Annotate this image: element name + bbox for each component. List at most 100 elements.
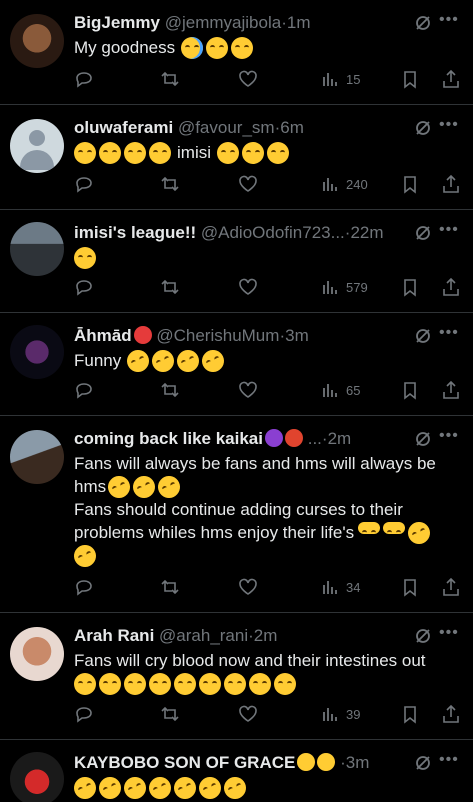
- username[interactable]: @AdioOdofin723...: [201, 223, 345, 242]
- more-icon[interactable]: •••: [439, 625, 461, 646]
- share-button[interactable]: [441, 703, 461, 725]
- timestamp[interactable]: 3m: [285, 326, 309, 345]
- username[interactable]: @favour_sm: [178, 118, 275, 137]
- more-icon[interactable]: •••: [439, 752, 461, 773]
- share-button[interactable]: [441, 576, 461, 598]
- tweet[interactable]: oluwaferami @favour_sm·6m ••• imisi 240: [0, 105, 473, 210]
- more-icon[interactable]: •••: [439, 117, 461, 138]
- username[interactable]: @CherishuMum: [156, 326, 279, 345]
- timestamp[interactable]: 2m: [254, 626, 278, 645]
- share-button[interactable]: [441, 276, 461, 298]
- timestamp[interactable]: 3m: [346, 753, 370, 772]
- like-button[interactable]: [238, 379, 258, 401]
- username[interactable]: ...: [308, 429, 322, 448]
- tweet[interactable]: Āhmād @CherishuMum·3m ••• Funny 65: [0, 313, 473, 416]
- views-button[interactable]: 15: [320, 68, 360, 90]
- bookmark-button[interactable]: [400, 68, 420, 90]
- tweet-actions: 39: [74, 703, 461, 725]
- clapping-emoji: [297, 753, 316, 771]
- views-button[interactable]: 34: [320, 576, 360, 598]
- reply-button[interactable]: [74, 68, 94, 90]
- bookmark-button[interactable]: [400, 576, 420, 598]
- like-button[interactable]: [238, 276, 258, 298]
- bookmark-button[interactable]: [400, 379, 420, 401]
- display-name[interactable]: imisi's league!!: [74, 223, 196, 242]
- views-button[interactable]: 579: [320, 276, 368, 298]
- display-name[interactable]: coming back like kaikai: [74, 429, 263, 448]
- reply-button[interactable]: [74, 703, 94, 725]
- avatar[interactable]: [10, 627, 64, 681]
- avatar[interactable]: [10, 14, 64, 68]
- bookmark-button[interactable]: [400, 703, 420, 725]
- reply-button[interactable]: [74, 173, 94, 195]
- display-name[interactable]: Arah Rani: [74, 626, 154, 645]
- timestamp[interactable]: 2m: [328, 429, 352, 448]
- reply-button[interactable]: [74, 276, 94, 298]
- share-button[interactable]: [441, 68, 461, 90]
- share-button[interactable]: [441, 173, 461, 195]
- avatar[interactable]: [10, 325, 64, 379]
- laughing-emoji: [231, 37, 254, 59]
- more-icon[interactable]: •••: [439, 12, 461, 33]
- grok-icon[interactable]: [413, 13, 433, 33]
- like-button[interactable]: [238, 68, 258, 90]
- timestamp[interactable]: 6m: [280, 118, 304, 137]
- laughing-emoji: [174, 673, 196, 695]
- username[interactable]: @jemmyajibola: [165, 13, 281, 32]
- retweet-button[interactable]: [160, 68, 180, 90]
- heart-icon: [239, 70, 257, 87]
- display-name[interactable]: BigJemmy: [74, 13, 160, 32]
- views-button[interactable]: 240: [320, 173, 368, 195]
- display-name[interactable]: oluwaferami: [74, 118, 173, 137]
- more-icon[interactable]: •••: [439, 428, 461, 449]
- bookmark-button[interactable]: [400, 173, 420, 195]
- reply-button[interactable]: [74, 379, 94, 401]
- avatar[interactable]: [10, 119, 64, 173]
- laughing-emoji: [149, 142, 171, 164]
- tweet-header: oluwaferami @favour_sm·6m: [74, 117, 419, 139]
- tweet-actions: 579: [74, 276, 461, 298]
- grok-icon[interactable]: [413, 223, 433, 243]
- like-button[interactable]: [238, 703, 258, 725]
- avatar[interactable]: [10, 752, 64, 802]
- share-icon: [443, 577, 459, 596]
- retweet-button[interactable]: [160, 703, 180, 725]
- views-button[interactable]: 39: [320, 703, 360, 725]
- avatar[interactable]: [10, 430, 64, 484]
- tweet[interactable]: coming back like kaikai ...·2m ••• Fans …: [0, 416, 473, 613]
- retweet-button[interactable]: [160, 173, 180, 195]
- username[interactable]: @arah_rani: [159, 626, 248, 645]
- tweet-header: Āhmād @CherishuMum·3m: [74, 325, 419, 347]
- grok-icon[interactable]: [413, 753, 433, 773]
- tweet[interactable]: Arah Rani @arah_rani·2m ••• Fans will cr…: [0, 613, 473, 740]
- grok-icon[interactable]: [413, 118, 433, 138]
- more-icon[interactable]: •••: [439, 325, 461, 346]
- like-button[interactable]: [238, 576, 258, 598]
- retweet-button[interactable]: [160, 379, 180, 401]
- tweet[interactable]: imisi's league!! @AdioOdofin723...·22m •…: [0, 210, 473, 313]
- tweet-header: KAYBOBO SON OF GRACE ·3m: [74, 752, 419, 774]
- rofl-emoji: [404, 518, 434, 548]
- display-name[interactable]: Āhmād: [74, 326, 132, 345]
- display-name[interactable]: KAYBOBO SON OF GRACE: [74, 753, 295, 772]
- devil-emoji: [264, 429, 283, 447]
- avatar[interactable]: [10, 222, 64, 276]
- tweet[interactable]: KAYBOBO SON OF GRACE ·3m •••: [0, 740, 473, 802]
- emoji-group: [217, 142, 289, 164]
- bookmark-button[interactable]: [400, 276, 420, 298]
- more-icon[interactable]: •••: [439, 222, 461, 243]
- retweet-button[interactable]: [160, 576, 180, 598]
- grok-icon[interactable]: [413, 429, 433, 449]
- share-icon: [443, 704, 459, 723]
- grok-icon[interactable]: [413, 326, 433, 346]
- tweet[interactable]: BigJemmy @jemmyajibola·1m ••• My goodnes…: [0, 0, 473, 105]
- grok-icon[interactable]: [413, 626, 433, 646]
- retweet-button[interactable]: [160, 276, 180, 298]
- rofl-emoji: [173, 346, 203, 376]
- timestamp[interactable]: 22m: [350, 223, 383, 242]
- views-button[interactable]: 65: [320, 379, 360, 401]
- like-button[interactable]: [238, 173, 258, 195]
- reply-button[interactable]: [74, 576, 94, 598]
- timestamp[interactable]: 1m: [287, 13, 311, 32]
- share-button[interactable]: [441, 379, 461, 401]
